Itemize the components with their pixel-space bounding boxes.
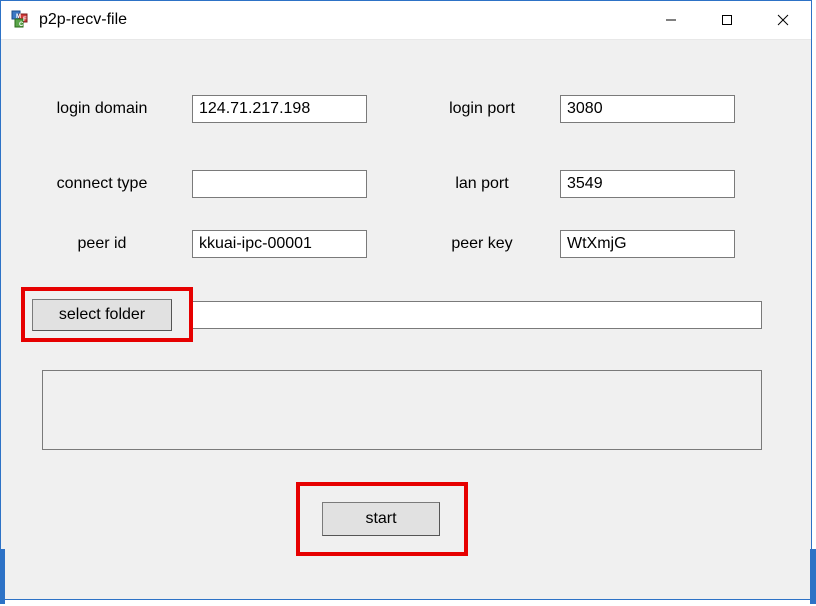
connect-type-label: connect type [32, 175, 172, 193]
window-controls [643, 1, 811, 39]
svg-text:M: M [16, 14, 21, 20]
peer-key-label: peer key [412, 235, 552, 253]
client-area: login domain login port connect type lan… [2, 40, 810, 598]
app-window: M F C p2p-recv-file login domain [0, 0, 812, 600]
svg-text:F: F [23, 17, 27, 23]
window-title: p2p-recv-file [39, 11, 127, 29]
titlebar: M F C p2p-recv-file [1, 1, 811, 40]
peer-id-label: peer id [32, 235, 172, 253]
login-domain-label: login domain [32, 100, 172, 118]
lan-port-input[interactable] [560, 170, 735, 198]
lan-port-label: lan port [412, 175, 552, 193]
maximize-button[interactable] [699, 1, 755, 39]
folder-path-input[interactable] [192, 301, 762, 329]
svg-text:C: C [19, 22, 24, 28]
peer-key-input[interactable] [560, 230, 735, 258]
login-port-label: login port [412, 100, 552, 118]
minimize-button[interactable] [643, 1, 699, 39]
bg-stripe-left [0, 549, 5, 604]
close-button[interactable] [755, 1, 811, 39]
status-box [42, 370, 762, 450]
login-port-input[interactable] [560, 95, 735, 123]
bg-stripe-right [810, 549, 816, 604]
select-folder-button[interactable]: select folder [32, 299, 172, 331]
app-icon: M F C [11, 10, 31, 30]
login-domain-input[interactable] [192, 95, 367, 123]
start-button[interactable]: start [322, 502, 440, 536]
peer-id-input[interactable] [192, 230, 367, 258]
connect-type-input[interactable] [192, 170, 367, 198]
